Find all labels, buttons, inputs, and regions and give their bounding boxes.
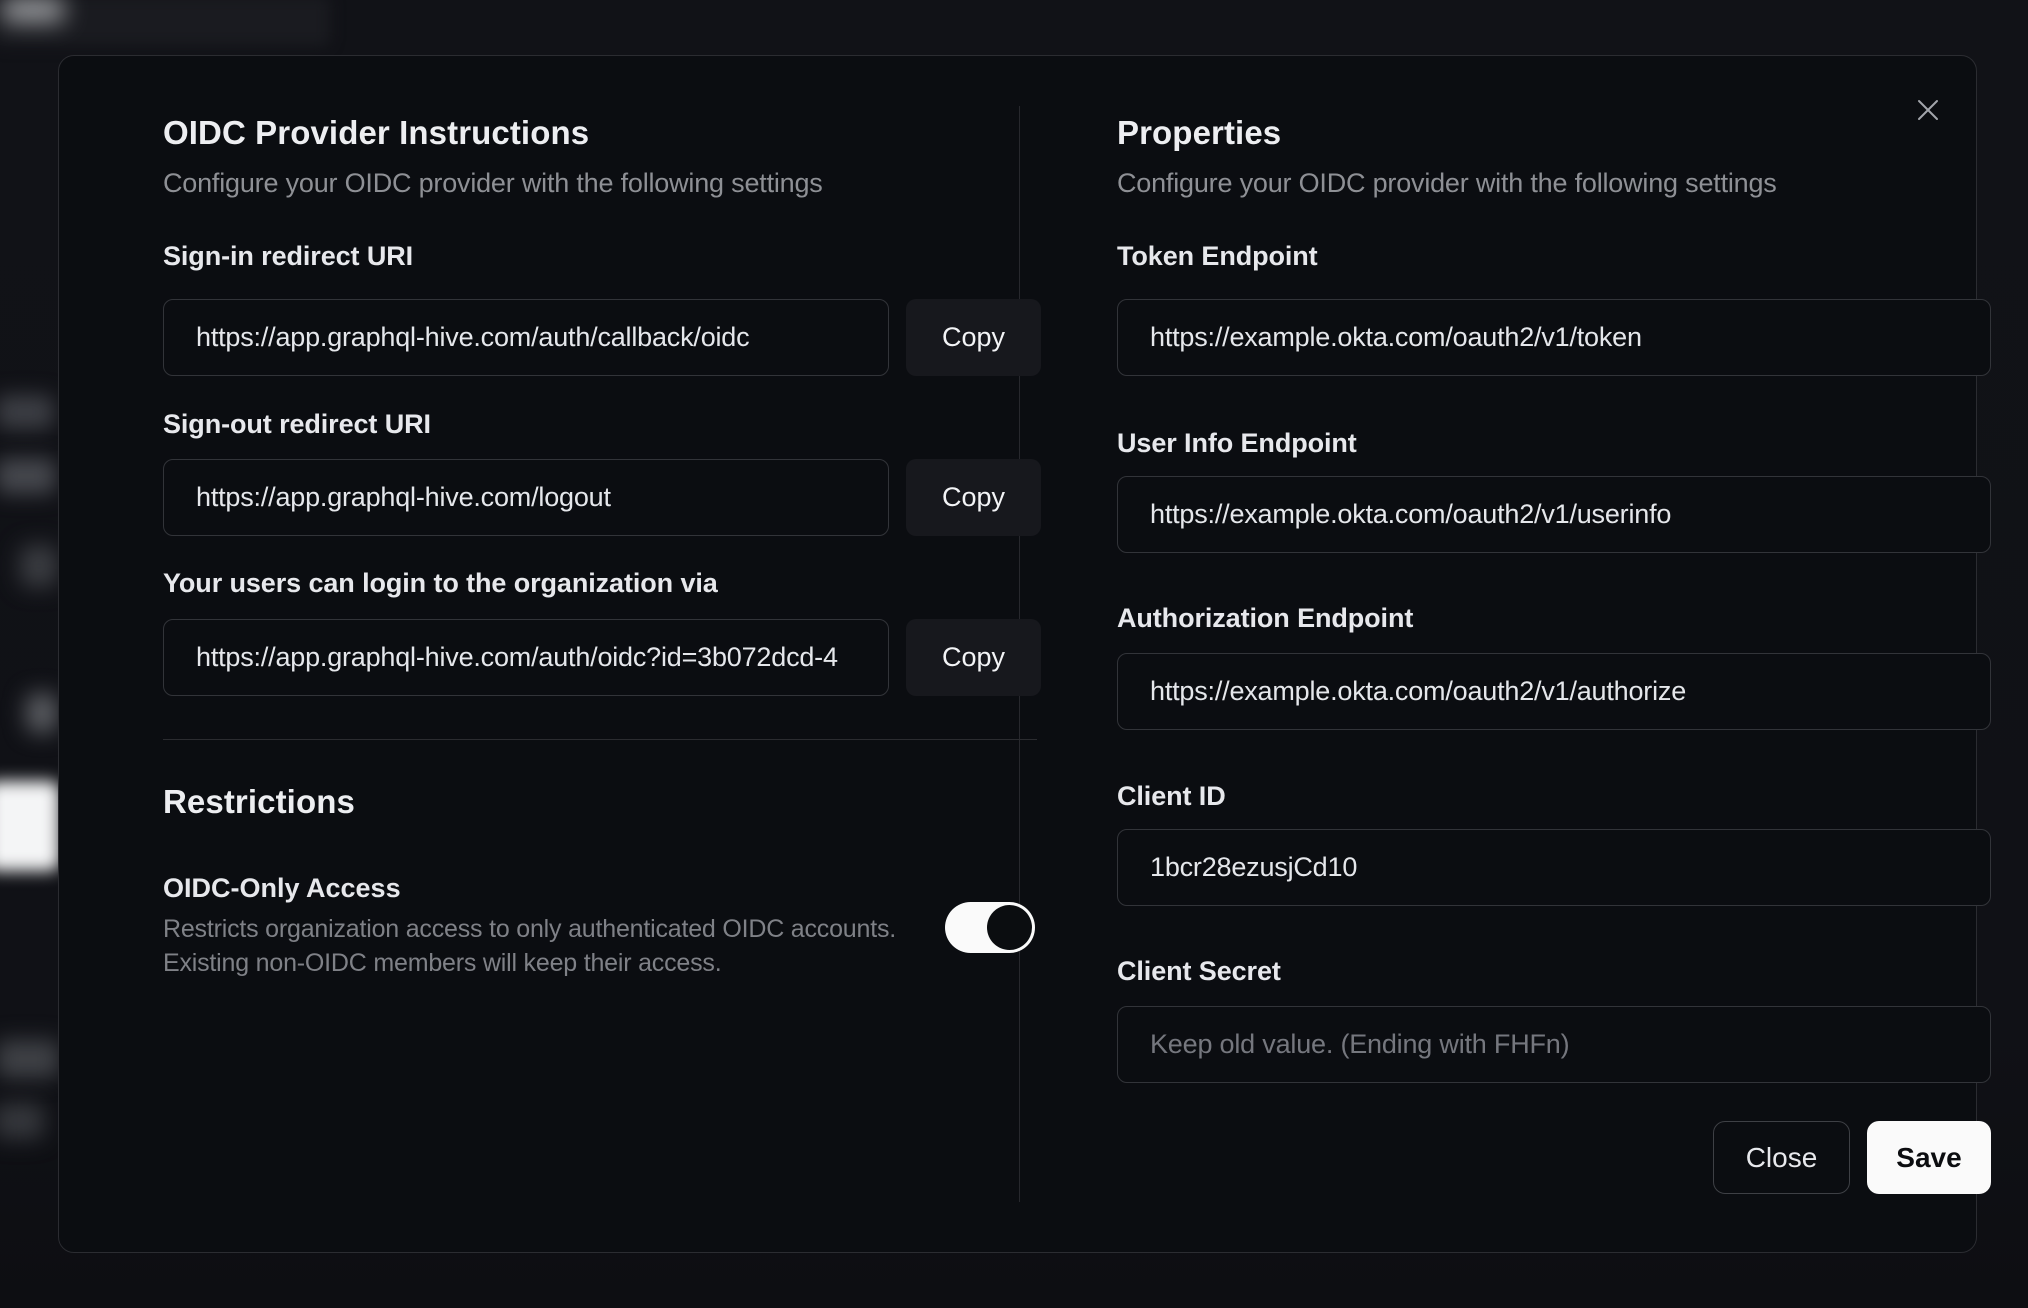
background-blur-topleft	[0, 0, 330, 46]
background-blur-blob-2	[26, 693, 58, 733]
token-endpoint-input[interactable]	[1117, 299, 1991, 376]
oidc-only-access-description: Restricts organization access to only au…	[163, 915, 897, 977]
signout-redirect-uri-input[interactable]	[163, 459, 889, 536]
client-secret-label: Client Secret	[1117, 956, 1281, 986]
instructions-subtitle: Configure your OIDC provider with the fo…	[163, 168, 823, 198]
client-id-input[interactable]	[1117, 829, 1991, 906]
userinfo-endpoint-input[interactable]	[1117, 476, 1991, 553]
copy-signin-uri-button[interactable]: Copy	[906, 299, 1041, 376]
close-button[interactable]: Close	[1713, 1121, 1850, 1194]
signin-redirect-uri-input[interactable]	[163, 299, 889, 376]
signout-redirect-uri-label: Sign-out redirect URI	[163, 409, 431, 439]
toggle-thumb	[987, 905, 1032, 950]
properties-panel: Properties Configure your OIDC provider …	[1117, 56, 1991, 1252]
login-via-label: Your users can login to the organization…	[163, 568, 718, 598]
copy-signout-uri-button[interactable]: Copy	[906, 459, 1041, 536]
authorization-endpoint-label: Authorization Endpoint	[1117, 603, 1414, 633]
signin-redirect-uri-label: Sign-in redirect URI	[163, 241, 414, 271]
save-button[interactable]: Save	[1867, 1121, 1991, 1194]
copy-login-via-button[interactable]: Copy	[906, 619, 1041, 696]
background-blur-text-4	[0, 1103, 44, 1139]
client-secret-input[interactable]	[1117, 1006, 1991, 1083]
oidc-only-access-label: OIDC-Only Access	[163, 873, 401, 903]
background-blur-text-2	[0, 458, 56, 494]
background-blur-text-1	[0, 395, 54, 429]
background-blur-white-button	[0, 781, 60, 871]
restrictions-title: Restrictions	[163, 783, 355, 820]
background-blur-text-3	[0, 1040, 60, 1078]
token-endpoint-label: Token Endpoint	[1117, 241, 1318, 271]
oidc-only-access-toggle[interactable]	[945, 902, 1035, 953]
dialog-footer: Close Save	[1117, 1121, 1991, 1194]
oidc-settings-dialog: OIDC Provider Instructions Configure you…	[58, 55, 1991, 1253]
login-via-input[interactable]	[163, 619, 889, 696]
background-blur-blob-1	[20, 545, 58, 587]
client-id-label: Client ID	[1117, 781, 1226, 811]
properties-title: Properties	[1117, 114, 1282, 151]
background-blur-topleft-glow	[2, 0, 64, 22]
properties-subtitle: Configure your OIDC provider with the fo…	[1117, 168, 1777, 198]
instructions-title: OIDC Provider Instructions	[163, 114, 590, 151]
authorization-endpoint-input[interactable]	[1117, 653, 1991, 730]
userinfo-endpoint-label: User Info Endpoint	[1117, 428, 1357, 458]
instructions-panel: OIDC Provider Instructions Configure you…	[163, 56, 1041, 1252]
restrictions-divider	[163, 739, 1037, 740]
